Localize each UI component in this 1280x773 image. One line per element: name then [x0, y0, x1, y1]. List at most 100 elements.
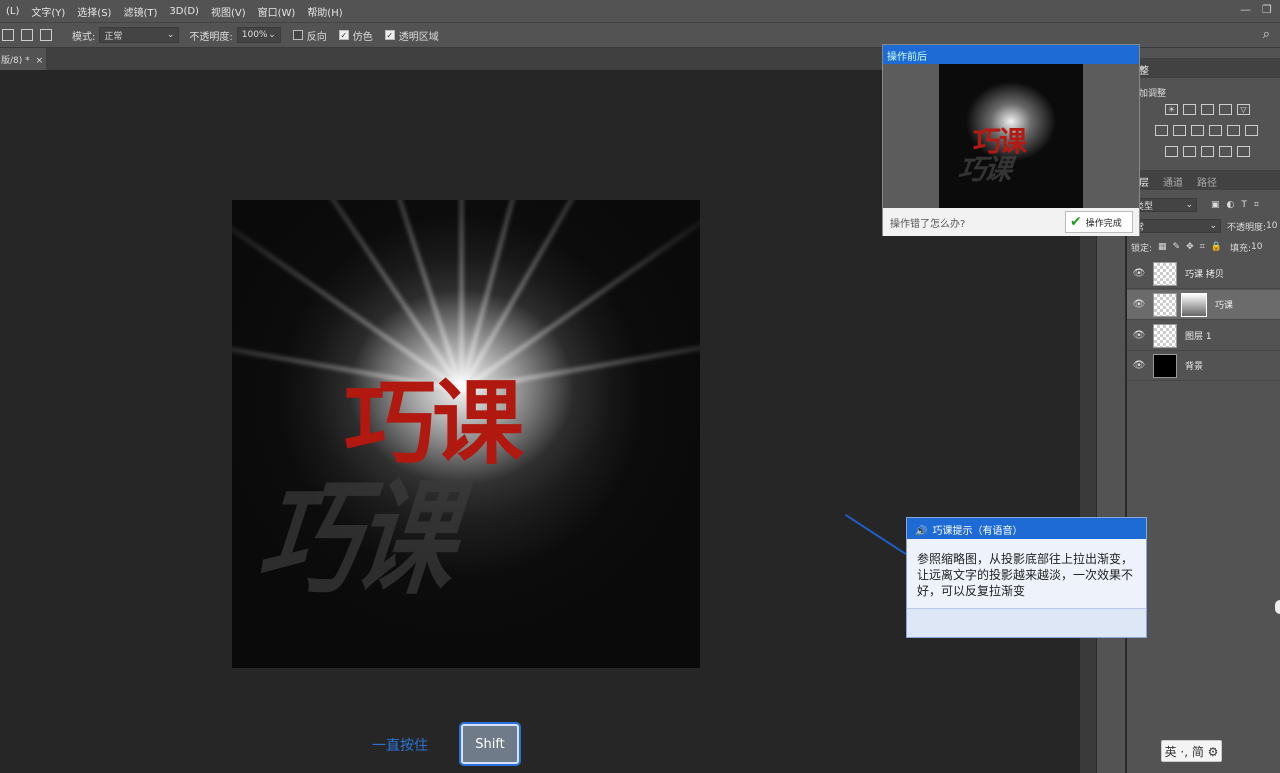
selective-color-icon[interactable] — [1237, 146, 1250, 157]
linear-gradient-icon[interactable] — [21, 29, 33, 41]
eye-icon[interactable]: 👁 — [1129, 330, 1149, 341]
adjustment-icons-row-1: ☀ ▽ — [1165, 104, 1255, 115]
edge-handle[interactable] — [1275, 600, 1280, 614]
done-button[interactable]: ✔ 操作完成 — [1065, 211, 1133, 233]
menu-item-help[interactable]: 帮助(H) — [301, 4, 348, 19]
mode-label: 模式: — [72, 31, 96, 43]
layer-mask-thumbnail[interactable] — [1181, 292, 1207, 317]
opacity-value: 100% — [241, 30, 268, 40]
layer-name: 图层 1 — [1185, 332, 1212, 342]
layer-opacity-label: 不透明度: — [1227, 222, 1267, 233]
opacity-input[interactable]: 100% ⌄ — [236, 27, 281, 43]
layer-row[interactable]: 👁 背景 — [1127, 351, 1280, 381]
reverse-label: 反向 — [306, 31, 327, 43]
gradient-preset-icon[interactable] — [2, 29, 14, 41]
adjustment-icons-row-3 — [1165, 146, 1255, 157]
search-icon[interactable]: ⌕ — [1263, 27, 1270, 42]
brightness-icon[interactable]: ☀ — [1165, 104, 1178, 115]
lock-all-icon[interactable]: 🔒 — [1211, 242, 1222, 252]
photo-filter-icon[interactable] — [1209, 125, 1222, 136]
filter-adjust-icon[interactable]: ◐ — [1227, 200, 1235, 210]
menu-item-type[interactable]: 文字(Y) — [25, 4, 71, 19]
shift-key-indicator: Shift — [461, 724, 519, 764]
layer-row[interactable]: 👁 巧课 拷贝 — [1127, 259, 1280, 289]
reverse-checkbox[interactable] — [292, 30, 303, 40]
hue-icon[interactable] — [1155, 125, 1168, 136]
transparency-checkbox[interactable]: ✓ — [384, 30, 395, 40]
help-link[interactable]: 操作错了怎么办? — [890, 215, 965, 230]
menu-item-filter[interactable]: 滤镜(T) — [117, 4, 163, 19]
layer-name: 巧课 — [1215, 301, 1234, 311]
vibrance-icon[interactable]: ▽ — [1237, 104, 1250, 115]
color-balance-icon[interactable] — [1173, 125, 1186, 136]
opacity-label: 不透明度: — [189, 31, 233, 43]
light-ray — [460, 200, 463, 390]
tab-channels[interactable]: 通道 — [1163, 178, 1183, 189]
document-tab[interactable]: 版/8) * × — [0, 48, 46, 70]
fill-value[interactable]: 10 — [1251, 242, 1262, 252]
popup-footer: 操作错了怎么办? ✔ 操作完成 — [883, 208, 1139, 236]
chevron-down-icon: ⌄ — [1209, 221, 1217, 231]
lock-move-icon[interactable]: ✥ — [1186, 242, 1194, 252]
menu-item-select[interactable]: 选择(S) — [71, 4, 117, 19]
popup-title: 操作前后 — [887, 52, 927, 63]
layer-row[interactable]: 👁 图层 1 — [1127, 321, 1280, 351]
ime-indicator[interactable]: 英 ·, 简 ⚙ — [1161, 740, 1222, 762]
speaker-icon[interactable]: 🔊 — [915, 526, 927, 537]
light-ray — [460, 200, 700, 392]
filter-type-icon[interactable]: T — [1241, 200, 1247, 210]
gradient-map-icon[interactable] — [1219, 146, 1232, 157]
blend-mode-select[interactable]: 常⌄ — [1131, 219, 1221, 233]
eye-icon[interactable]: 👁 — [1129, 299, 1149, 310]
color-lookup-icon[interactable] — [1245, 125, 1258, 136]
tab-adjustments[interactable]: 整 — [1139, 66, 1149, 77]
lock-transparent-icon[interactable]: ▦ — [1158, 242, 1167, 252]
layer-filter-select[interactable]: 类型 ⌄ — [1131, 198, 1197, 212]
filter-shape-icon[interactable]: ⌗ — [1254, 200, 1259, 210]
right-panel: 整 加调整 ☀▽ 层通道路径 类型⌄ ▣ ◐ T ⌗ 常⌄ 不透明度: 10 锁… — [1127, 48, 1280, 773]
preview-thumbnail: 巧课 巧课 — [939, 64, 1083, 208]
menu-item-3d[interactable]: 3D(D) — [163, 6, 205, 17]
tab-paths[interactable]: 路径 — [1197, 178, 1217, 189]
posterize-icon[interactable] — [1183, 146, 1196, 157]
lock-paint-icon[interactable]: ✎ — [1173, 242, 1181, 252]
eye-icon[interactable]: 👁 — [1129, 360, 1149, 371]
ime-label: 英 ·, 简 ⚙ — [1164, 744, 1219, 759]
dither-checkbox[interactable]: ✓ — [338, 30, 349, 40]
light-ray — [358, 200, 463, 391]
layer-row[interactable]: 👁 巧课 — [1127, 290, 1280, 320]
tab-layers[interactable]: 层 — [1139, 178, 1149, 189]
checkmark-icon: ✔ — [1070, 214, 1082, 230]
mode-value: 正常 — [104, 31, 123, 42]
radial-gradient-icon[interactable] — [40, 29, 52, 41]
document-tab-title: 版/8) * — [1, 56, 30, 66]
menu-item-window[interactable]: 窗口(W) — [252, 4, 302, 19]
artwork-canvas[interactable]: 巧课 巧课 — [232, 200, 700, 668]
invert-icon[interactable] — [1165, 146, 1178, 157]
eye-icon[interactable]: 👁 — [1129, 268, 1149, 279]
lock-artboard-icon[interactable]: ⌗ — [1200, 242, 1205, 252]
preview-popup: 操作前后 巧课 巧课 操作错了怎么办? ✔ 操作完成 — [882, 44, 1140, 236]
levels-icon[interactable] — [1183, 104, 1196, 115]
menu-item-layer[interactable]: (L) — [0, 6, 25, 17]
layer-name: 背景 — [1185, 362, 1204, 372]
channel-mixer-icon[interactable] — [1227, 125, 1240, 136]
exposure-icon[interactable] — [1219, 104, 1232, 115]
curves-icon[interactable] — [1201, 104, 1214, 115]
minimize-icon[interactable]: — — [1240, 3, 1251, 16]
mode-select[interactable]: 正常 ⌄ — [99, 27, 180, 43]
tip-box: 🔊 巧课提示（有语音） 参照缩略图，从投影底部往上拉出渐变，让远离文字的投影越来越… — [906, 517, 1147, 638]
black-white-icon[interactable] — [1191, 125, 1204, 136]
done-button-label: 操作完成 — [1085, 218, 1122, 229]
restore-icon[interactable]: ❐ — [1262, 3, 1272, 16]
popup-title-bar[interactable]: 操作前后 — [883, 45, 1139, 64]
threshold-icon[interactable] — [1201, 146, 1214, 157]
close-icon[interactable]: × — [36, 56, 44, 66]
layer-thumbnail — [1153, 323, 1177, 348]
chevron-down-icon: ⌄ — [1185, 200, 1193, 210]
artwork-main-text: 巧课 — [344, 370, 524, 477]
filter-pixel-icon[interactable]: ▣ — [1211, 200, 1220, 210]
blend-row: 常⌄ 不透明度: 10 — [1131, 218, 1278, 234]
menu-item-view[interactable]: 视图(V) — [205, 4, 252, 19]
layer-opacity-value[interactable]: 10 — [1266, 221, 1277, 231]
